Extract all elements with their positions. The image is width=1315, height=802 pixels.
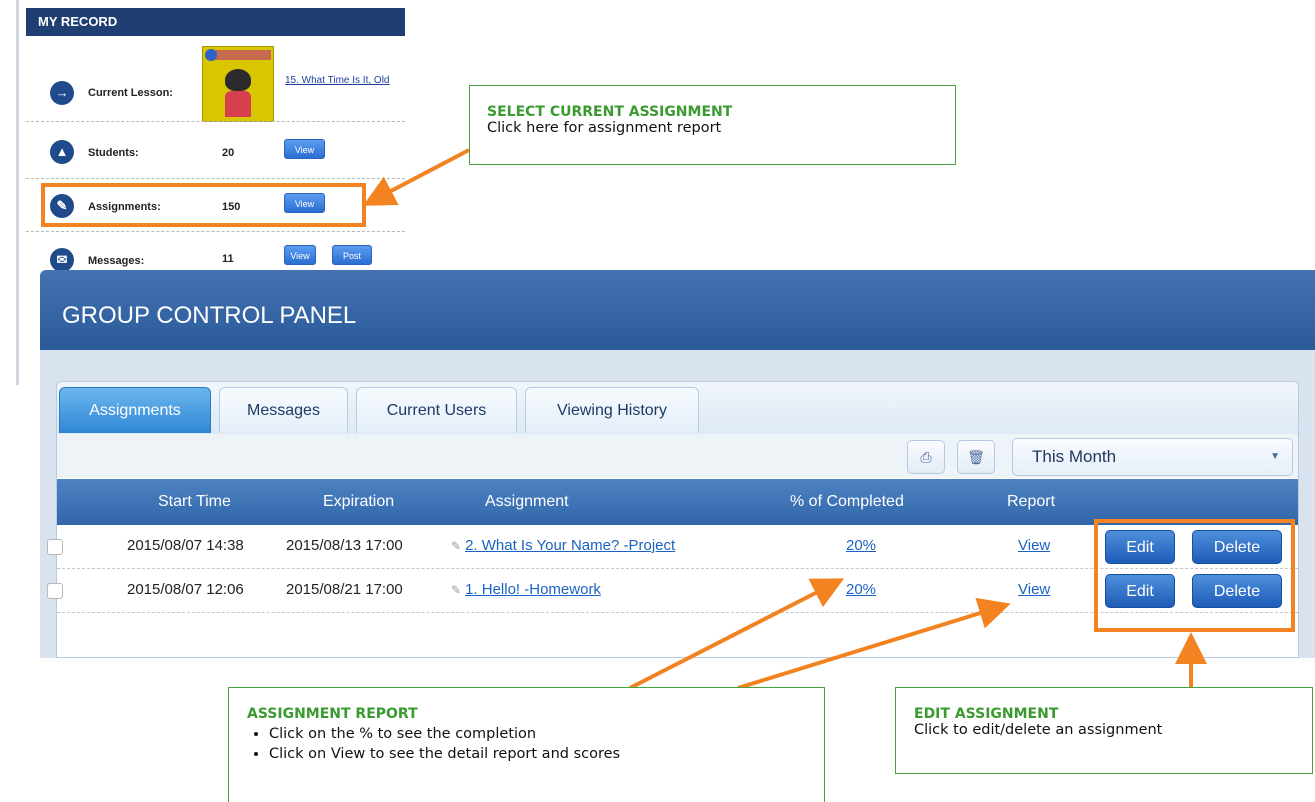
tab-viewing-history[interactable]: Viewing History — [525, 387, 699, 433]
assignment-cell: ✎ 2. What Is Your Name? -Project — [451, 537, 675, 554]
col-expiration: Expiration — [323, 493, 395, 510]
current-lesson-link[interactable]: 15. What Time Is It, Old — [285, 75, 389, 86]
assignment-cell: ✎ 1. Hello! -Homework — [451, 581, 601, 598]
messages-count: 11 — [222, 253, 234, 265]
current-lesson-label: Current Lesson: — [88, 87, 173, 99]
students-view-button[interactable]: View — [284, 139, 325, 159]
select-callout-text: Click here for assignment report — [487, 120, 722, 136]
tab-messages[interactable]: Messages — [219, 387, 348, 433]
period-select[interactable]: This Month ▼ — [1012, 438, 1293, 476]
panel-titlebar: GROUP CONTROL PANEL — [40, 270, 1315, 350]
assignment-report-callout: ASSIGNMENT REPORT Click on the % to see … — [228, 687, 825, 802]
start-time: 2015/08/07 14:38 — [127, 537, 244, 554]
tab-bar: Assignments Messages Current Users Viewi… — [57, 382, 1298, 435]
col-completed: % of Completed — [790, 493, 904, 510]
graduation-cap-icon: ▲ — [50, 140, 74, 164]
arrow-right-icon: → — [50, 81, 74, 105]
col-assignment: Assignment — [485, 493, 569, 510]
completed-percent-link[interactable]: 20% — [846, 581, 876, 598]
messages-label: Messages: — [88, 255, 145, 267]
report-link-cell: View — [1018, 537, 1050, 554]
current-lesson-row: → Current Lesson: 15. What Time Is It, O… — [26, 36, 405, 122]
report-bullet: Click on View to see the detail report a… — [269, 746, 824, 762]
students-row: ▲ Students: 20 View — [26, 122, 405, 179]
left-divider — [16, 0, 19, 385]
toolbar: ⎙ 🗑 This Month ▼ — [57, 434, 1298, 478]
row-checkbox[interactable] — [47, 539, 63, 555]
envelope-icon: ✉ — [50, 248, 74, 272]
panel-title: GROUP CONTROL PANEL — [62, 302, 357, 329]
expiration: 2015/08/21 17:00 — [286, 581, 403, 598]
edit-assignment-callout: EDIT ASSIGNMENT Click to edit/delete an … — [895, 687, 1313, 774]
report-callout-bullets: Click on the % to see the completion Cli… — [247, 726, 824, 762]
edit-callout-title: EDIT ASSIGNMENT — [914, 706, 1059, 722]
assignment-link[interactable]: 2. What Is Your Name? -Project — [465, 537, 675, 554]
students-count: 20 — [222, 147, 235, 159]
report-link-cell: View — [1018, 581, 1050, 598]
tab-current-users[interactable]: Current Users — [356, 387, 517, 433]
row-checkbox[interactable] — [47, 583, 63, 599]
pencil-icon[interactable]: ✎ — [451, 583, 461, 597]
completed-link-cell: 20% — [846, 581, 876, 598]
chevron-down-icon: ▼ — [1270, 451, 1280, 462]
report-view-link[interactable]: View — [1018, 581, 1050, 598]
completed-link-cell: 20% — [846, 537, 876, 554]
completed-percent-link[interactable]: 20% — [846, 537, 876, 554]
edit-callout-text: Click to edit/delete an assignment — [914, 722, 1163, 738]
col-report: Report — [1007, 493, 1056, 510]
report-callout-title: ASSIGNMENT REPORT — [247, 706, 418, 722]
period-select-value: This Month — [1032, 447, 1117, 466]
messages-post-button[interactable]: Post — [332, 245, 372, 265]
students-label: Students: — [88, 147, 139, 159]
report-bullet: Click on the % to see the completion — [269, 726, 824, 742]
trash-icon[interactable]: 🗑 — [957, 440, 995, 474]
assignment-link[interactable]: 1. Hello! -Homework — [465, 581, 601, 598]
edit-delete-highlight-box — [1094, 519, 1295, 632]
report-view-link[interactable]: View — [1018, 537, 1050, 554]
tab-assignments[interactable]: Assignments — [59, 387, 211, 433]
lesson-thumbnail[interactable] — [202, 46, 274, 122]
pencil-icon[interactable]: ✎ — [451, 539, 461, 553]
my-record-header: MY RECORD — [26, 8, 405, 36]
messages-view-button[interactable]: View — [284, 245, 316, 265]
col-start-time: Start Time — [158, 493, 231, 510]
select-assignment-callout: SELECT CURRENT ASSIGNMENT Click here for… — [469, 85, 956, 165]
print-icon[interactable]: ⎙ — [907, 440, 945, 474]
expiration: 2015/08/13 17:00 — [286, 537, 403, 554]
start-time: 2015/08/07 12:06 — [127, 581, 244, 598]
select-callout-title: SELECT CURRENT ASSIGNMENT — [487, 104, 733, 120]
assignments-highlight-box — [41, 183, 366, 227]
